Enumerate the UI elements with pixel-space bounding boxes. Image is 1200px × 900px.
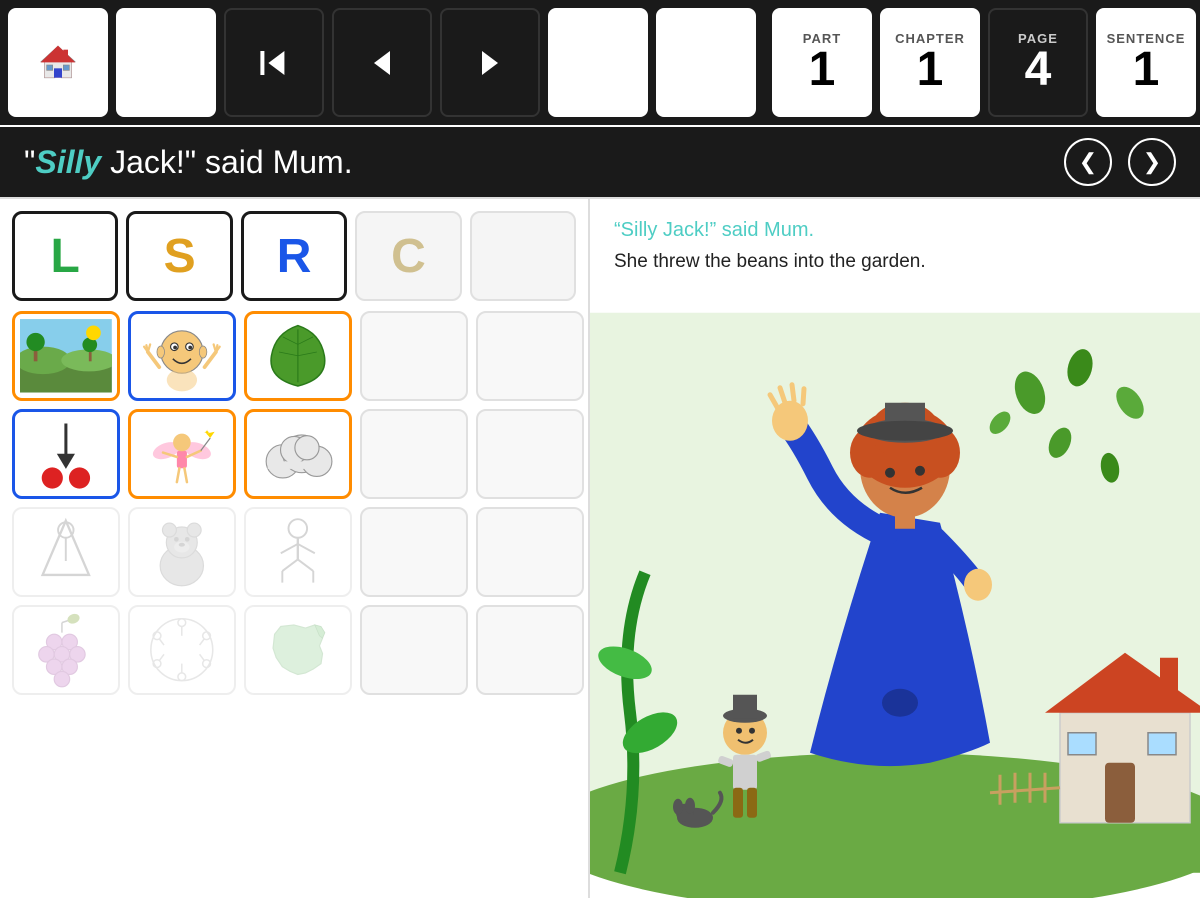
- letter-cell-C[interactable]: C: [355, 211, 461, 301]
- page-value: 4: [1025, 46, 1052, 94]
- symbol-people-circle[interactable]: [128, 605, 236, 695]
- sentence-bar: "Silly Jack!" said Mum. ❮ ❯: [0, 127, 1200, 197]
- sentence-prev-button[interactable]: ❮: [1064, 138, 1112, 186]
- symbol-triangle-person[interactable]: [12, 507, 120, 597]
- sentence-nav: ❮ ❯: [1064, 138, 1176, 186]
- chapter-counter: CHAPTER 1: [880, 8, 980, 117]
- landscape-icon: [20, 318, 112, 394]
- sentence-display: "Silly Jack!" said Mum.: [24, 144, 1064, 181]
- letter-cell-L[interactable]: L: [12, 211, 118, 301]
- grapes-icon: [19, 611, 113, 688]
- people-circle-icon: [135, 611, 229, 688]
- symbol-fairy[interactable]: ✦: [128, 409, 236, 499]
- page-counter: PAGE 4: [988, 8, 1088, 117]
- story-image-wrap: [590, 287, 1200, 899]
- right-panel: “Silly Jack!” said Mum. She threw the be…: [590, 197, 1200, 898]
- symbol-grid: ✦: [12, 311, 576, 695]
- symbol-cloud-bush[interactable]: [244, 409, 352, 499]
- symbol-empty-2-5: [476, 409, 584, 499]
- throw-beans-icon: [20, 416, 112, 492]
- symbol-empty-1-5: [476, 311, 584, 401]
- leaf-icon: [252, 318, 344, 394]
- sentence-rest: Jack!" said Mum.: [101, 144, 352, 180]
- sentence-counter: SENTENCE 1: [1096, 8, 1196, 117]
- back-start-icon: [254, 43, 294, 83]
- blank-button-2[interactable]: [548, 8, 648, 117]
- chapter-value: 1: [917, 46, 944, 94]
- sentence-quote-open: ": [24, 144, 35, 180]
- bear-icon: [135, 513, 229, 590]
- story-text-area: “Silly Jack!” said Mum. She threw the be…: [590, 199, 1200, 287]
- sentence-next-button[interactable]: ❯: [1128, 138, 1176, 186]
- prev-button[interactable]: [332, 8, 432, 117]
- fairy-icon: ✦: [136, 416, 228, 492]
- part-counter: PART 1: [772, 8, 872, 117]
- blank-button-1[interactable]: [116, 8, 216, 117]
- letter-cell-S[interactable]: S: [126, 211, 232, 301]
- main-content: L S R C: [0, 197, 1200, 898]
- grid-panel: L S R C: [0, 197, 590, 898]
- letter-cell-R[interactable]: R: [241, 211, 347, 301]
- symbol-leaf[interactable]: [244, 311, 352, 401]
- svg-text:✦: ✦: [204, 428, 211, 437]
- symbol-grapes[interactable]: [12, 605, 120, 695]
- letter-row: L S R C: [12, 211, 576, 301]
- symbol-silly-face[interactable]: [128, 311, 236, 401]
- australia-icon: [251, 611, 345, 688]
- home-button[interactable]: [8, 8, 108, 117]
- symbol-landscape[interactable]: [12, 311, 120, 401]
- symbol-australia[interactable]: [244, 605, 352, 695]
- sentence-value: 1: [1133, 46, 1160, 94]
- story-body: She threw the beans into the garden.: [614, 248, 1176, 277]
- symbol-empty-3-5: [476, 507, 584, 597]
- symbol-empty-1-4: [360, 311, 468, 401]
- prev-icon: [362, 43, 402, 83]
- story-illustration: [590, 287, 1200, 899]
- next-button[interactable]: [440, 8, 540, 117]
- story-title: “Silly Jack!” said Mum.: [614, 219, 1176, 242]
- symbol-throw-beans[interactable]: [12, 409, 120, 499]
- symbol-empty-2-4: [360, 409, 468, 499]
- next-icon: [470, 43, 510, 83]
- symbol-person-seated[interactable]: [244, 507, 352, 597]
- sentence-highlight: Silly: [35, 144, 101, 180]
- person-seated-icon: [251, 513, 345, 590]
- blank-button-3[interactable]: [656, 8, 756, 117]
- symbol-empty-4-4: [360, 605, 468, 695]
- back-to-start-button[interactable]: [224, 8, 324, 117]
- symbol-empty-3-4: [360, 507, 468, 597]
- triangle-person-icon: [19, 513, 113, 590]
- letter-cell-empty: [470, 211, 576, 301]
- symbol-bear[interactable]: [128, 507, 236, 597]
- part-value: 1: [809, 46, 836, 94]
- home-icon: [38, 43, 78, 83]
- toolbar: PART 1 CHAPTER 1 PAGE 4 SENTENCE 1: [0, 0, 1200, 125]
- silly-face-icon: [136, 318, 228, 394]
- cloud-bush-icon: [252, 416, 344, 492]
- symbol-empty-4-5: [476, 605, 584, 695]
